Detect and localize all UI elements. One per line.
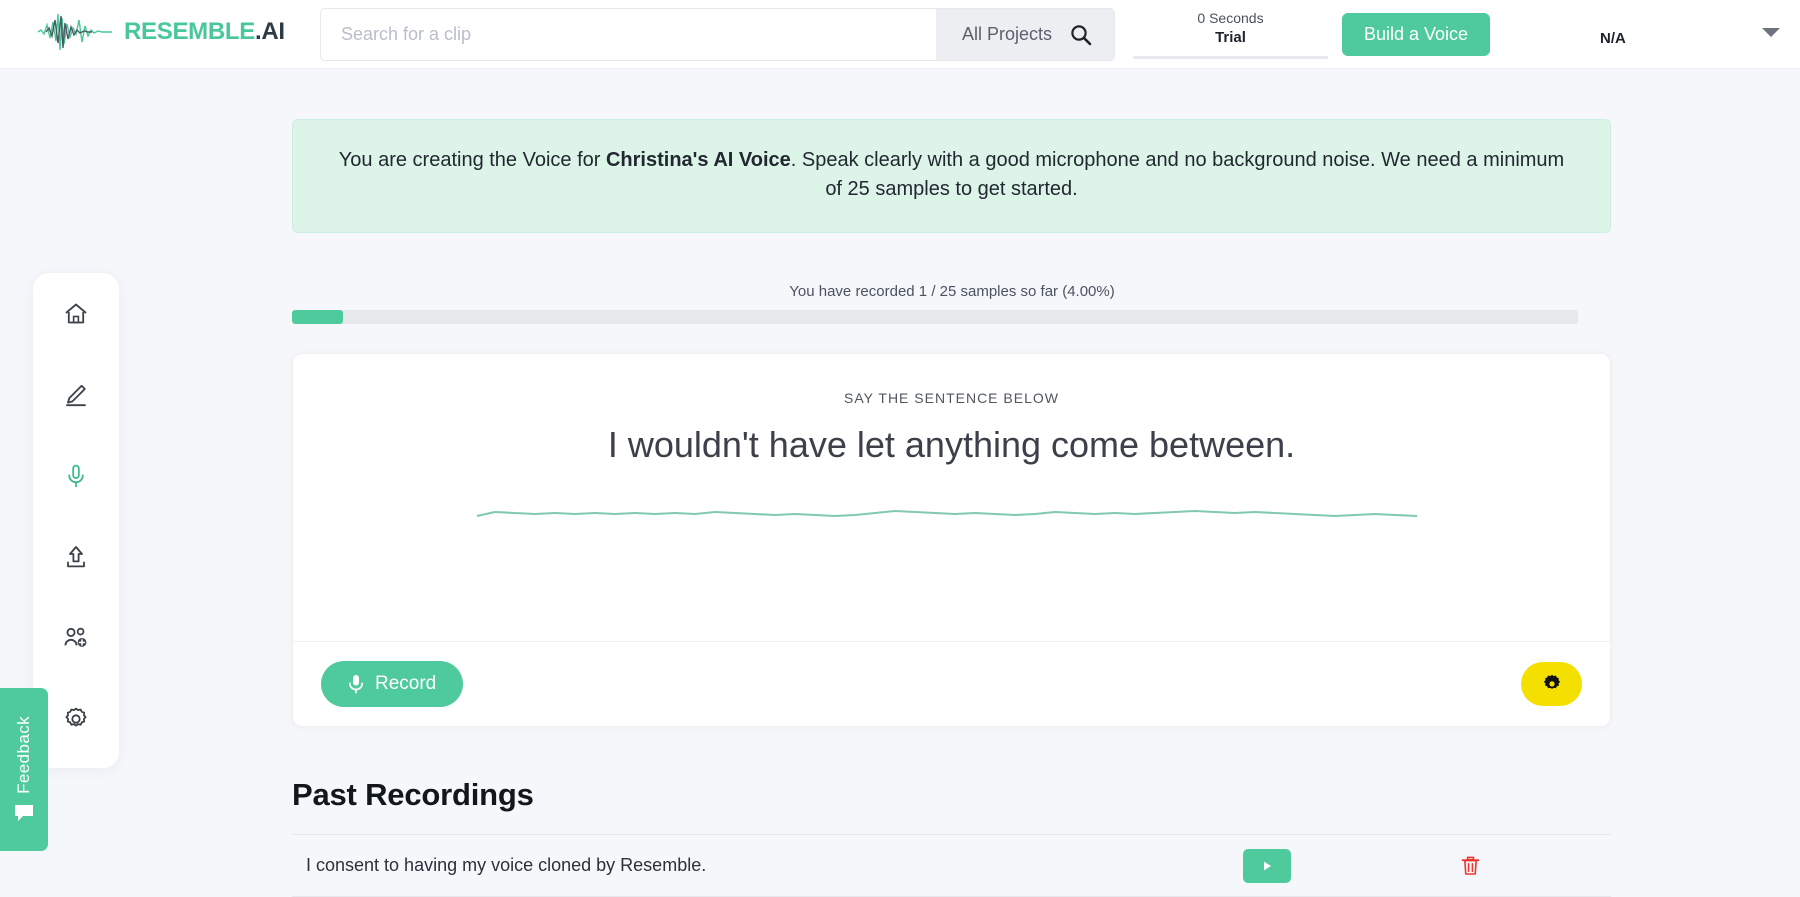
waveform-icon [37, 13, 112, 51]
usage-meter: 0 Seconds Trial [1133, 8, 1328, 59]
gear-icon [1543, 674, 1560, 689]
record-card-actions: Record [293, 641, 1610, 726]
sidebar-item-edit[interactable] [54, 378, 98, 412]
past-recordings-title: Past Recordings [292, 777, 534, 812]
recording-settings-button[interactable] [1521, 662, 1582, 706]
table-row: I consent to having my voice cloned by R… [292, 835, 1611, 897]
feedback-label: Feedback [14, 715, 33, 794]
banner-voice-name: Christina's AI Voice [605, 149, 791, 171]
sidebar-item-team[interactable] [54, 621, 98, 655]
progress-bar-track [292, 310, 1578, 324]
waveform-container [293, 494, 1610, 534]
account-label: N/A [1600, 30, 1626, 47]
microphone-icon [68, 464, 84, 488]
brand-secondary: AI [261, 18, 285, 45]
sidebar-item-home[interactable] [54, 297, 98, 331]
home-icon [65, 303, 87, 324]
gear-icon [65, 707, 87, 727]
sidebar-item-settings[interactable] [54, 702, 98, 736]
main-content: You are creating the Voice for Christina… [292, 69, 1612, 897]
trash-icon [1461, 856, 1479, 875]
chevron-down-icon[interactable] [1762, 28, 1780, 37]
brand-primary: RESEMBLE [124, 18, 255, 45]
search-icon[interactable] [1070, 24, 1092, 46]
record-card: SAY THE SENTENCE BELOW I wouldn't have l… [292, 353, 1611, 727]
search-input[interactable] [321, 9, 936, 60]
record-card-body: SAY THE SENTENCE BELOW I wouldn't have l… [293, 354, 1610, 641]
progress-bar-fill [292, 310, 344, 324]
project-scope-label[interactable]: All Projects [962, 24, 1052, 45]
banner-lead: You are creating the Voice for [338, 149, 606, 171]
pencil-icon [66, 384, 86, 407]
upload-icon [67, 546, 85, 568]
record-button[interactable]: Record [321, 661, 464, 707]
recording-text: I consent to having my voice cloned by R… [306, 855, 707, 875]
sidebar-item-record[interactable] [54, 459, 98, 493]
prompt-sentence: I wouldn't have let anything come betwee… [607, 424, 1296, 465]
play-recording-button[interactable] [1243, 848, 1291, 883]
app-header: RESEMBLE.AI All Projects 0 Seconds Trial… [0, 0, 1800, 69]
build-a-voice-button[interactable]: Build a Voice [1342, 13, 1491, 56]
usage-progress-rule [1133, 56, 1328, 59]
voice-creation-banner: You are creating the Voice for Christina… [292, 119, 1611, 233]
add-people-icon [64, 627, 87, 647]
search-scope-group[interactable]: All Projects [935, 9, 1114, 60]
banner-text: You are creating the Voice for Christina… [333, 146, 1570, 204]
banner-tail: . Speak clearly with a good microphone a… [790, 149, 1565, 200]
play-icon [1264, 861, 1271, 870]
audio-waveform [476, 509, 1417, 518]
usage-seconds: 0 Seconds [1197, 10, 1264, 26]
past-recordings-table: I consent to having my voice cloned by R… [292, 834, 1611, 897]
delete-recording-button[interactable] [1453, 849, 1487, 883]
progress-label: You have recorded 1 / 25 samples so far … [789, 283, 1115, 300]
search-bar[interactable]: All Projects [320, 8, 1115, 61]
speech-bubble-icon [15, 805, 33, 822]
usage-plan: Trial [1215, 29, 1246, 46]
brand-text: RESEMBLE.AI [124, 18, 285, 46]
feedback-tab[interactable]: Feedback [0, 688, 48, 851]
record-button-label: Record [375, 673, 437, 694]
brand-logo[interactable]: RESEMBLE.AI [36, 10, 285, 54]
sidebar-item-upload[interactable] [54, 540, 98, 574]
microphone-icon [348, 675, 364, 694]
say-sentence-label: SAY THE SENTENCE BELOW [844, 390, 1059, 406]
